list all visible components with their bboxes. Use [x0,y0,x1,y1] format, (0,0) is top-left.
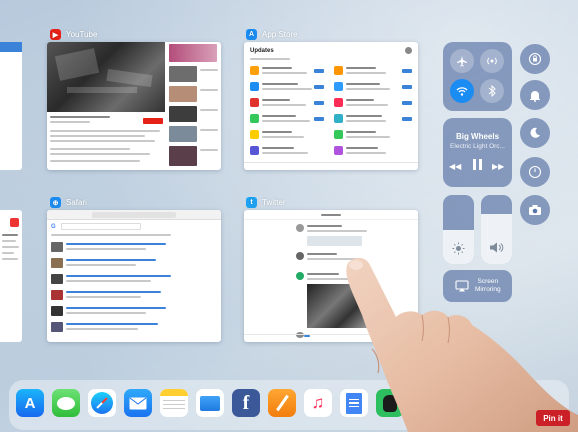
pause-button[interactable] [472,158,484,172]
safari-label: Safari [66,198,87,207]
appstore-updates-heading: Updates [250,48,274,54]
youtube-card-label: ▶ YouTube [50,29,97,40]
facebook-icon[interactable]: f [232,389,260,417]
do-not-disturb-bell-toggle[interactable] [520,80,550,110]
camera-button[interactable] [520,195,550,225]
app-store-icon: A [246,29,257,40]
notes-icon[interactable] [160,389,188,417]
pages-icon[interactable] [268,389,296,417]
music-icon[interactable]: ♫ [304,389,332,417]
messages-icon[interactable] [52,389,80,417]
night-shift-toggle[interactable] [520,118,550,148]
pin-it-button[interactable]: Pin it [536,410,570,426]
volume-slider[interactable] [481,195,512,264]
timer-icon [528,165,542,179]
now-playing-panel [443,118,512,187]
app-store-icon[interactable]: A [16,389,44,417]
bell-icon [530,90,540,102]
youtube-card[interactable] [47,42,221,170]
hand-photo [346,257,578,432]
safari-card[interactable]: G [47,210,221,342]
left-partial-card-top[interactable] [0,42,22,170]
camera-icon [529,205,541,215]
orientation-lock-toggle[interactable] [520,44,550,74]
appstore-card-label: A App Store [246,29,298,40]
fast-forward-button[interactable]: ▶▶ [492,162,504,171]
pin-it-label: Pin it [543,413,563,423]
brightness-icon [452,242,465,255]
safari-card-label: ⊕ Safari [50,197,87,208]
pause-icon [473,159,476,170]
youtube-label: YouTube [66,30,98,39]
mail-icon[interactable] [124,389,152,417]
safari-icon[interactable] [88,389,116,417]
now-playing-artist: Electric Light Orc... [450,143,505,150]
wifi-icon [456,87,468,96]
airplane-mode-toggle[interactable] [450,49,474,73]
appstore-card[interactable]: Updates [244,42,418,170]
rotation-lock-icon [528,52,542,66]
brightness-slider[interactable] [443,195,474,264]
speaker-icon [490,242,504,253]
twitter-label: Twitter [262,198,286,207]
cellular-toggle[interactable] [480,49,504,73]
timer-button[interactable] [520,157,550,187]
youtube-icon: ▶ [50,29,61,40]
bluetooth-toggle[interactable] [480,79,504,103]
rewind-button[interactable]: ◀◀ [449,162,461,171]
now-playing-title: Big Wheels [455,132,500,141]
airplane-icon [457,56,467,67]
wifi-toggle[interactable] [450,79,474,103]
twitter-card-label: t Twitter [246,197,286,208]
files-icon[interactable] [196,389,224,417]
bluetooth-icon [488,85,496,97]
youtube-video-thumbnail[interactable] [47,42,165,112]
left-partial-card-bottom[interactable] [0,210,22,342]
cellular-antenna-icon [487,57,497,65]
twitter-icon: t [246,197,257,208]
appstore-label: App Store [262,30,298,39]
safari-icon: ⊕ [50,197,61,208]
moon-icon [530,127,540,138]
